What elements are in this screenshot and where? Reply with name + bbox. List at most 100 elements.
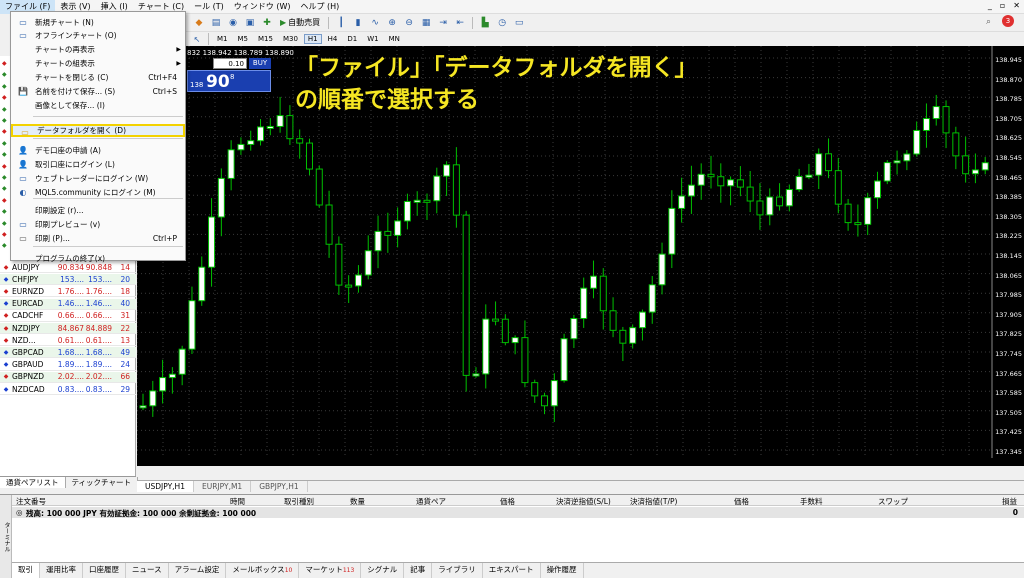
file-login-webtrader[interactable]: ▭ ウェブトレーダーにログイン (W) [11, 172, 185, 185]
file-save-as-picture[interactable]: 画像として保存... (I) [11, 99, 185, 112]
terminal-column-header[interactable]: 取引種別 [284, 496, 314, 507]
chart-tab-usdjpy[interactable]: USDJPY,H1 [137, 481, 194, 492]
terminal-tab[interactable]: エキスパート [483, 563, 541, 578]
terminal-column-header[interactable]: 数量 [350, 496, 365, 507]
terminal-tab[interactable]: シグナル [361, 563, 405, 578]
menu-window[interactable]: ウィンドウ (W) [229, 0, 296, 14]
file-print-preview[interactable]: ▭ 印刷プレビュー (v) [11, 218, 185, 231]
timeframe-h1[interactable]: H1 [303, 34, 322, 44]
market-watch-row[interactable]: ◆ CHFJPY 153.... 153.... 20 [0, 274, 136, 286]
candle-body [217, 177, 225, 218]
candle-body [276, 115, 284, 127]
menu-item-label: 名前を付けて保存... (S) [35, 87, 116, 96]
symbol-direction-icon: ◆ [2, 162, 7, 170]
market-watch-row[interactable]: ◆ NZDJPY 84.867 84.889 22 [0, 323, 136, 334]
file-new-chart[interactable]: ▭ 新規チャート (N) [11, 16, 185, 29]
lot-size-input[interactable]: 0.10 [213, 58, 247, 69]
timeframe-w1[interactable]: W1 [363, 34, 382, 44]
cursor-icon[interactable]: ↖ [190, 33, 204, 45]
terminal-column-header[interactable]: 通貨ペア [416, 496, 446, 507]
zoom-out-icon[interactable]: ⊖ [402, 17, 416, 29]
terminal-tab[interactable]: アラーム設定 [169, 563, 227, 578]
market-watch-row[interactable]: ◆ GBPCAD 1.68.... 1.68.... 49 [0, 347, 136, 359]
terminal-column-header[interactable]: 損益 [1002, 496, 1017, 507]
terminal-tab[interactable]: ニュース [126, 563, 169, 578]
menu-help[interactable]: ヘルプ (H) [295, 0, 344, 14]
terminal-tab[interactable]: 運用比率 [40, 563, 83, 578]
timeframe-d1[interactable]: D1 [343, 34, 361, 44]
line-chart-icon[interactable]: ∿ [368, 17, 382, 29]
market-watch-row[interactable]: ◆ GBPNZD 2.02.... 2.02.... 66 [0, 371, 136, 383]
timeframe-m1[interactable]: M1 [213, 34, 232, 44]
terminal-tab-label: 口座履歴 [89, 565, 119, 574]
file-open-demo-account[interactable]: 👤 デモ口座の申請 (A) [11, 144, 185, 157]
tab-tick-chart[interactable]: ティックチャート [66, 477, 138, 488]
market-watch-row[interactable]: ◆ EURNZD 1.76.... 1.76.... 18 [0, 286, 136, 298]
notification-badge[interactable]: 3 [1002, 15, 1014, 27]
period-icon[interactable]: ◷ [495, 17, 509, 29]
minimize-button[interactable]: _ [988, 1, 992, 10]
terminal-tab[interactable]: 取引 [12, 563, 40, 578]
terminal-tab[interactable]: メールボックス10 [226, 563, 300, 578]
market-watch-row[interactable]: ◆ NZDCAD 0.83.... 0.83.... 29 [0, 384, 136, 395]
chart-tab-eurjpy[interactable]: EURJPY,M1 [194, 481, 252, 492]
market-watch-row[interactable]: ◆ EURCAD 1.46.... 1.46.... 40 [0, 298, 136, 310]
autoscroll-icon[interactable]: ⇥ [436, 17, 450, 29]
terminal-tab[interactable]: 口座履歴 [83, 563, 126, 578]
buy-label[interactable]: BUY [249, 58, 271, 69]
terminal-column-header[interactable]: 価格 [500, 496, 515, 507]
terminal-column-header[interactable]: 手数料 [800, 496, 823, 507]
file-open-data-folder[interactable]: ▭ データフォルダを開く (D) [11, 124, 185, 137]
file-reopen-chart[interactable]: チャートの再表示 ▶ [11, 43, 185, 56]
file-exit[interactable]: プログラムの終了(x) [11, 252, 185, 265]
navigator-icon[interactable]: ◉ [226, 17, 240, 29]
file-close-chart[interactable]: チャートを閉じる (C) Ctrl+F4 [11, 71, 185, 84]
terminal-tab[interactable]: ライブラリ [432, 563, 483, 578]
terminal-column-header[interactable]: 価格 [734, 496, 749, 507]
templates-icon[interactable]: ▭ [512, 17, 526, 29]
terminal-column-header[interactable]: 注文番号 [16, 496, 46, 507]
chart-shift-icon[interactable]: ⇤ [453, 17, 467, 29]
timeframe-m5[interactable]: M5 [234, 34, 253, 44]
terminal-column-header[interactable]: 決済逆指値(S/L) [556, 496, 611, 507]
terminal-column-header[interactable]: 時間 [230, 496, 245, 507]
tile-windows-icon[interactable]: ▦ [419, 17, 433, 29]
candlestick-icon[interactable]: ▮ [351, 17, 365, 29]
market-watch-icon[interactable]: ▤ [209, 17, 223, 29]
market-watch-row[interactable]: ◆ GBPAUD 1.89.... 1.89.... 24 [0, 360, 136, 371]
search-icon[interactable]: ⌕ [986, 17, 994, 27]
file-profiles[interactable]: チャートの組表示 ▶ [11, 57, 185, 70]
terminal-tab[interactable]: マーケット113 [299, 563, 362, 578]
file-save-as[interactable]: 💾 名前を付けて保存... (S) Ctrl+S [11, 85, 185, 98]
restore-button[interactable]: ▫ [1000, 1, 1005, 10]
auto-trade-label: 自動売買 [288, 18, 321, 27]
timeframe-m30[interactable]: M30 [279, 34, 302, 44]
buy-button[interactable]: 138 90 8 [187, 70, 271, 92]
new-order-icon[interactable]: ✚ [260, 17, 274, 29]
auto-trade-button[interactable]: ▶ 自動売買 [277, 17, 323, 28]
timeframe-m15[interactable]: M15 [254, 34, 277, 44]
terminal-column-header[interactable]: スワップ [878, 496, 908, 507]
menu-tools[interactable]: ール (T) [189, 0, 229, 14]
timeframe-mn[interactable]: MN [385, 34, 404, 44]
terminal-tab[interactable]: 操作履歴 [541, 563, 584, 578]
terminal-column-header[interactable]: 決済指値(T/P) [630, 496, 677, 507]
close-button[interactable]: ✕ [1013, 1, 1020, 10]
terminal-icon[interactable]: ▣ [243, 17, 257, 29]
profiles-icon[interactable]: ◆ [192, 17, 206, 29]
file-login-trade-account[interactable]: 👤 取引口座にログイン (L) [11, 158, 185, 171]
file-print[interactable]: ▭ 印刷 (P)... Ctrl+P [11, 232, 185, 245]
tab-symbols[interactable]: 通貨ペアリスト [0, 477, 66, 488]
file-offline-chart[interactable]: ▭ オフラインチャート (O) [11, 29, 185, 42]
market-watch-row[interactable]: ◆ CADCHF 0.66.... 0.66.... 31 [0, 311, 136, 322]
price-axis-label: 138.305 [995, 212, 1022, 221]
timeframe-h4[interactable]: H4 [324, 34, 342, 44]
bar-chart-icon[interactable]: ┃ [334, 17, 348, 29]
terminal-tab[interactable]: 記事 [404, 563, 433, 578]
chart-tab-gbpjpy[interactable]: GBPJPY,H1 [251, 481, 308, 492]
zoom-in-icon[interactable]: ⊕ [385, 17, 399, 29]
indicators-icon[interactable]: ▙ [478, 17, 492, 29]
file-print-setup[interactable]: 印刷設定 (r)... [11, 204, 185, 217]
menu-separator [33, 198, 183, 199]
market-watch-row[interactable]: ◆ NZD... 0.61.... 0.61.... 13 [0, 335, 136, 347]
